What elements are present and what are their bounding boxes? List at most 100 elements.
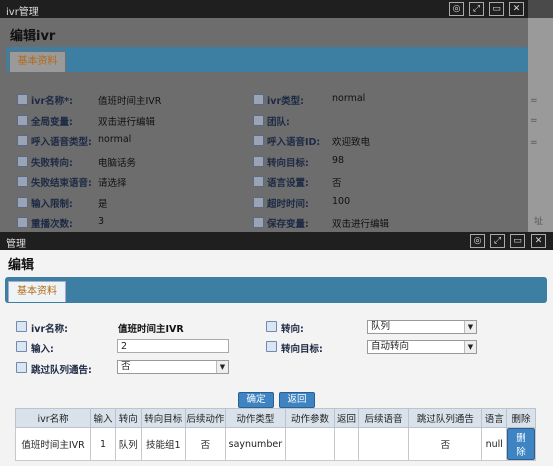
skip-queue-label: 跳过队列通告:	[31, 365, 92, 376]
field-icon	[253, 94, 264, 105]
table-cell: 否	[408, 427, 483, 461]
field-value: 否	[332, 178, 342, 189]
field-label: ivr名称*:	[31, 96, 73, 107]
field-value: 电脑话务	[98, 157, 137, 169]
table-cell: null	[481, 427, 508, 461]
field-label: 输入限制:	[31, 198, 73, 210]
column-header: 转向目标	[140, 408, 186, 428]
table-cell: saynumber	[225, 427, 286, 461]
foreground-window: 管理 ◎ ⤢ ▭ ✕ 编辑 基本资料 ivr名称: 值班时间主IVR 输入: 2…	[0, 232, 553, 466]
field-label: 重播次数:	[31, 219, 73, 230]
edge-text: =	[530, 138, 538, 148]
background-window-edge: = = = 址	[528, 18, 553, 232]
turn-label: 转向:	[281, 324, 304, 335]
target-select[interactable]: 自动转向 ▼	[367, 340, 477, 354]
expand-icon[interactable]: ⤢	[490, 234, 505, 248]
background-tab-basic[interactable]: 基本资料	[9, 51, 66, 72]
table-cell	[334, 427, 359, 461]
delete-button[interactable]: 删除	[507, 428, 535, 460]
field-icon	[17, 155, 28, 167]
column-header: ivr名称	[14, 408, 92, 428]
field-icon	[253, 196, 264, 208]
column-header: 动作参数	[284, 408, 336, 428]
field-label: 呼入语音ID:	[267, 137, 321, 148]
ivr-table: ivr名称 输入 转向 转向目标 后续动作 动作类型 动作参数 返回 后续语音 跳过队列通告 语言删…	[14, 408, 536, 461]
field-value: 值班时间主IVR	[98, 96, 162, 107]
table-cell: 技能组1	[140, 427, 186, 461]
table-cell: 值班时间主IVR	[14, 427, 92, 461]
turn-value: 队列	[371, 321, 391, 332]
field-icon	[253, 114, 264, 126]
chevron-down-icon: ▼	[464, 321, 476, 333]
close-icon[interactable]: ✕	[509, 2, 524, 16]
column-header: 删除	[506, 408, 536, 428]
column-header: 转向	[114, 408, 142, 428]
edge-text: 址	[534, 217, 544, 227]
field-label: 保存变量:	[267, 219, 309, 230]
input-label: 输入:	[31, 344, 54, 355]
back-button[interactable]: 返回	[279, 392, 315, 408]
field-value: 欢迎致电	[332, 137, 371, 148]
field-icon	[17, 135, 28, 146]
edge-text: =	[530, 96, 538, 106]
close-icon[interactable]: ✕	[531, 234, 546, 248]
column-header: 动作类型	[225, 408, 286, 428]
field-icon	[253, 155, 264, 167]
field-label: 超时时间:	[267, 198, 309, 210]
column-header: 输入	[90, 408, 116, 428]
skip-queue-value: 否	[121, 361, 131, 372]
field-icon	[17, 114, 28, 126]
table-cell: 队列	[114, 427, 142, 461]
column-header: 后续动作	[184, 408, 227, 428]
field-label: ivr类型:	[267, 96, 304, 107]
field-value: 3	[98, 216, 105, 227]
field-value: normal	[332, 93, 366, 104]
table-row[interactable]: 值班时间主IVR 1 队列 技能组1 否 saynumber 否 null 删除	[14, 427, 536, 461]
field-value: 是	[98, 198, 108, 210]
expand-icon[interactable]: ⤢	[469, 2, 484, 16]
target-value: 自动转向	[371, 341, 410, 352]
field-value: 100	[332, 195, 351, 207]
maximize-icon[interactable]: ▭	[510, 234, 525, 248]
background-tabbar: 基本资料	[6, 47, 528, 72]
field-value: normal	[98, 134, 132, 145]
field-label: 团队:	[267, 116, 290, 128]
field-label: 失败转向:	[31, 157, 73, 169]
field-icon	[253, 176, 264, 187]
input-field[interactable]: 2	[117, 339, 229, 353]
field-icon	[266, 341, 277, 352]
field-icon	[16, 341, 27, 352]
maximize-icon[interactable]: ▭	[489, 2, 504, 16]
foreground-page-title: 编辑	[8, 258, 35, 273]
table-cell	[284, 427, 336, 461]
confirm-button[interactable]: 确定	[238, 392, 274, 408]
column-header: 语言	[481, 408, 508, 428]
field-label: 呼入语音类型:	[31, 137, 92, 148]
tab-basic-info[interactable]: 基本资料	[8, 281, 66, 302]
chevron-down-icon: ▼	[464, 341, 476, 353]
field-value: 双击进行编辑	[332, 219, 390, 230]
table-header-row: ivr名称 输入 转向 转向目标 后续动作 动作类型 动作参数 返回 后续语音 跳过队列通告 语言删…	[14, 408, 536, 428]
settings-icon[interactable]: ◎	[470, 234, 485, 248]
table-cell	[357, 427, 410, 461]
field-icon	[253, 217, 264, 228]
field-label: 语言设置:	[267, 178, 309, 189]
chevron-down-icon: ▼	[216, 361, 228, 373]
field-icon	[253, 135, 264, 146]
column-header: 后续语音	[357, 408, 410, 428]
field-label: 失败结束语音:	[31, 178, 92, 189]
column-header: 跳过队列通告	[408, 408, 483, 428]
field-icon	[17, 176, 28, 187]
turn-select[interactable]: 队列 ▼	[367, 320, 477, 334]
field-icon	[266, 321, 277, 332]
field-label: 转向目标:	[267, 157, 309, 169]
field-label: 全局变量:	[31, 116, 73, 128]
edge-text: =	[530, 116, 538, 126]
foreground-window-title: 管理	[6, 239, 26, 250]
table-cell: 1	[90, 427, 116, 461]
foreground-titlebar: 管理 ◎ ⤢ ▭ ✕	[0, 232, 553, 250]
settings-icon[interactable]: ◎	[449, 2, 464, 16]
field-icon	[17, 217, 28, 228]
column-header: 返回	[334, 408, 359, 428]
skip-queue-select[interactable]: 否 ▼	[117, 360, 229, 374]
